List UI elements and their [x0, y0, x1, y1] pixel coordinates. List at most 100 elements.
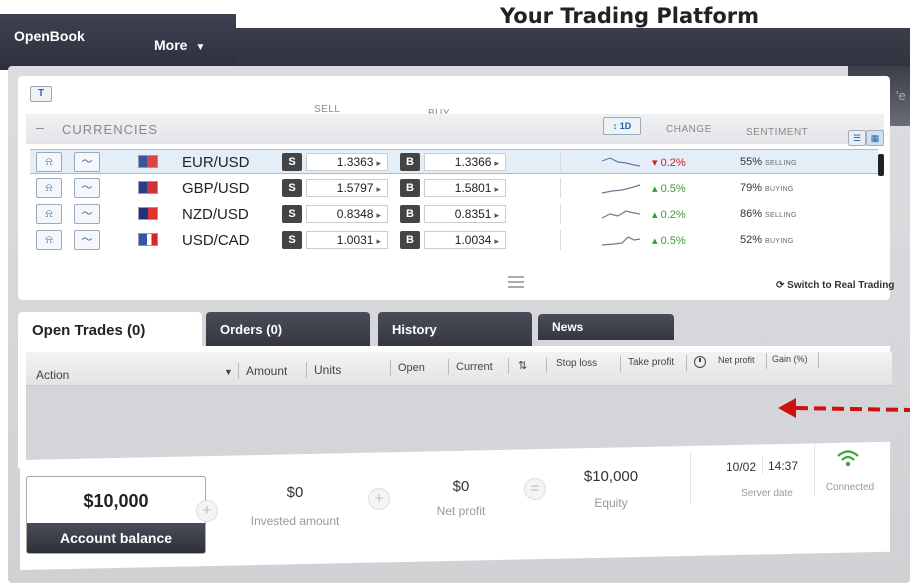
usd-cad-flag-icon [138, 233, 158, 246]
gbp-usd-flag-icon [138, 181, 158, 194]
sell-price: 1.0031 [336, 233, 374, 247]
row-divider [560, 178, 561, 198]
tab-orders[interactable]: Orders (0) [206, 312, 370, 348]
sell-price-button[interactable]: 1.3363 ▸ [306, 153, 388, 171]
buy-badge[interactable]: B [400, 153, 420, 171]
buy-price: 1.0034 [454, 233, 492, 247]
plus-icon: + [196, 500, 218, 522]
chart-icon[interactable]: 〜 [74, 204, 100, 224]
change-value: ▾ 0.2% [652, 157, 686, 169]
row-divider [560, 152, 561, 172]
switch-to-real-link[interactable]: ⟳ Switch to Real Trading [776, 280, 894, 291]
chevron-down-icon: ▼ [195, 42, 206, 53]
sentiment-percent: 52% [740, 234, 763, 246]
more-menu-button[interactable]: More ▼ [154, 37, 205, 53]
sell-price-button[interactable]: 1.5797 ▸ [306, 179, 388, 197]
column-header-change: CHANGE [666, 124, 712, 135]
grid-view-icon[interactable]: ▦ [866, 130, 884, 146]
bell-icon[interactable]: ⍾ [36, 152, 62, 172]
column-header-open[interactable]: Open [398, 362, 425, 374]
buy-badge[interactable]: B [400, 179, 420, 197]
column-header-current[interactable]: Current [456, 361, 493, 373]
account-balance-box[interactable]: $10,000 Account balance [26, 476, 206, 554]
sell-badge[interactable]: S [282, 153, 302, 171]
list-view-icon[interactable]: ☰ [848, 130, 866, 146]
column-header-amount[interactable]: Amount [246, 364, 287, 378]
pair-name: EUR/USD [182, 154, 250, 171]
account-balance-value: $10,000 [83, 491, 149, 511]
account-balance-label: Account balance [27, 523, 205, 553]
sentiment: 52% BUYING [740, 234, 794, 246]
section-title: CURRENCIES [62, 122, 158, 137]
tab-news[interactable]: News [538, 314, 674, 340]
column-header-units[interactable]: Units [314, 363, 341, 377]
more-menu-label: More [154, 37, 188, 53]
column-header-gain[interactable]: Gain (%) [772, 354, 808, 364]
column-header-stop-loss[interactable]: Stop loss [556, 358, 597, 369]
buy-price: 1.3366 [454, 155, 492, 169]
timeframe-button[interactable]: ↕ 1D [603, 117, 641, 135]
sentiment: 86% SELLING [740, 208, 797, 220]
buy-badge[interactable]: B [400, 231, 420, 249]
sentiment-label: SELLING [765, 160, 797, 167]
chart-icon[interactable]: 〜 [74, 152, 100, 172]
divider [448, 359, 449, 375]
nzd-usd-flag-icon [138, 207, 158, 220]
column-header-take-profit[interactable]: Take profit [628, 357, 674, 368]
divider [390, 360, 391, 376]
bell-icon[interactable]: ⍾ [36, 178, 62, 198]
scrollbar[interactable] [878, 154, 884, 176]
server-date-label: Server date [741, 488, 793, 499]
chart-icon[interactable]: 〜 [74, 178, 100, 198]
buy-badge[interactable]: B [400, 205, 420, 223]
filter-icon[interactable]: T [30, 86, 52, 102]
rate-row[interactable]: ⍾ 〜 USD/CAD S 1.0031 ▸ B 1.0034 ▸ ▴ 0.5% 5… [30, 228, 878, 253]
column-header-action[interactable]: Action [36, 368, 69, 382]
tab-history[interactable]: History [378, 312, 532, 348]
divider [762, 456, 763, 474]
buy-price-button[interactable]: 1.5801 ▸ [424, 179, 506, 197]
clock-icon[interactable] [694, 356, 706, 371]
chevron-down-icon[interactable]: ▼ [224, 367, 233, 377]
invested-amount-value: $0 [286, 484, 304, 501]
resize-handle[interactable] [508, 276, 524, 291]
sell-price: 1.5797 [336, 181, 374, 195]
buy-price-button[interactable]: 1.0034 ▸ [424, 231, 506, 249]
tab-open-trades[interactable]: Open Trades (0) [18, 312, 202, 348]
change-value: ▴ 0.2% [652, 209, 686, 221]
sell-badge[interactable]: S [282, 179, 302, 197]
divider [686, 355, 687, 371]
bell-icon[interactable]: ⍾ [36, 204, 62, 224]
sentiment-percent: 86% [740, 208, 763, 220]
page-headline: Your Trading Platform [500, 4, 759, 28]
buy-price-button[interactable]: 0.8351 ▸ [424, 205, 506, 223]
sparkline [601, 157, 641, 167]
server-time-value: 14:37 [767, 459, 799, 473]
sell-badge[interactable]: S [282, 205, 302, 223]
row-divider [560, 230, 561, 250]
switch-label: Switch to Real Trading [787, 280, 895, 291]
chart-icon[interactable]: 〜 [74, 230, 100, 250]
buy-price: 1.5801 [454, 181, 492, 195]
rate-row[interactable]: ⍾ 〜 NZD/USD S 0.8348 ▸ B 0.8351 ▸ ▴ 0.2% 8… [30, 202, 878, 227]
sell-price-button[interactable]: 0.8348 ▸ [306, 205, 388, 223]
eur-usd-flag-icon [138, 155, 158, 168]
divider [306, 362, 307, 378]
rate-row[interactable]: ⍾ 〜 GBP/USD S 1.5797 ▸ B 1.5801 ▸ ▴ 0.5% 7… [30, 176, 878, 201]
sparkline [601, 236, 641, 246]
sell-badge[interactable]: S [282, 231, 302, 249]
sell-price-button[interactable]: 1.0031 ▸ [306, 231, 388, 249]
row-divider [560, 204, 561, 224]
buy-price-button[interactable]: 1.3366 ▸ [424, 153, 506, 171]
bell-icon[interactable]: ⍾ [36, 230, 62, 250]
sell-price: 0.8348 [336, 207, 374, 221]
brand-logo[interactable]: OpenBook [14, 28, 85, 44]
divider [620, 356, 621, 372]
equity-label: Equity [594, 496, 628, 510]
sentiment-label: SELLING [765, 212, 797, 219]
column-header-net-profit[interactable]: Net profit [718, 355, 755, 365]
collapse-toggle[interactable]: – [36, 119, 44, 135]
sort-icon[interactable]: ⇅ [518, 359, 527, 372]
rate-row[interactable]: ⍾ 〜 EUR/USD S 1.3363 ▸ B 1.3366 ▸ ▾ 0.2% 5… [30, 149, 878, 174]
wifi-icon [837, 450, 859, 467]
